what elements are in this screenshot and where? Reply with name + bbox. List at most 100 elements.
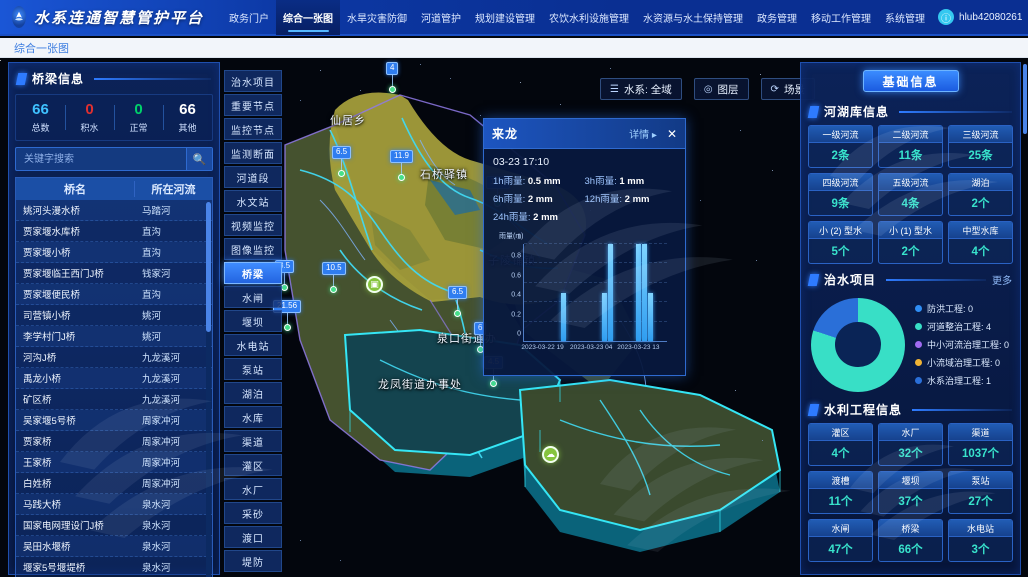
river-card-二级河流[interactable]: 二级河流11条 [878, 125, 943, 168]
river-card-湖泊[interactable]: 湖泊2个 [948, 173, 1013, 216]
layer-item-视频监控[interactable]: 视频监控 [224, 214, 282, 236]
eng-card-灌区[interactable]: 灌区4个 [808, 423, 873, 466]
layer-item-堤防[interactable]: 堤防 [224, 550, 282, 572]
nav-item-河道管护[interactable]: 河道管护 [414, 0, 468, 35]
eng-card-水电站[interactable]: 水电站3个 [948, 519, 1013, 562]
starfield [0, 60, 1, 61]
section-chip-icon [808, 274, 820, 286]
layer-item-水厂[interactable]: 水厂 [224, 478, 282, 500]
table-row[interactable]: 吴田水堰桥泉水河 [16, 536, 212, 557]
layer-item-图像监控[interactable]: 图像监控 [224, 238, 282, 260]
more-link[interactable]: 更多 [992, 272, 1012, 287]
river-card-小 (1) 型水[interactable]: 小 (1) 型水2个 [878, 221, 943, 264]
layer-item-监测断面[interactable]: 监测断面 [224, 142, 282, 164]
table-row[interactable]: 贾家桥周家冲河 [16, 431, 212, 452]
eng-card-水厂[interactable]: 水厂32个 [878, 423, 943, 466]
table-row[interactable]: 吴家堰5号桥周家冲河 [16, 410, 212, 431]
table-row[interactable]: 王家桥周家冲河 [16, 452, 212, 473]
nav-item-系统管理[interactable]: 系统管理 [878, 0, 932, 35]
section-chip-icon [16, 73, 28, 85]
station-marker[interactable]: 10.5 [322, 262, 346, 293]
right-panel-scroll-thumb[interactable] [1023, 64, 1027, 134]
close-icon[interactable]: ✕ [667, 128, 677, 140]
nav-item-水旱灾害防御[interactable]: 水旱灾害防御 [340, 0, 414, 35]
river-card-三级河流[interactable]: 三级河流25条 [948, 125, 1013, 168]
marker-dot-icon [330, 286, 337, 293]
bridge-name-cell: 姚河头漫水桥 [16, 203, 134, 217]
layer-item-水闸[interactable]: 水闸 [224, 286, 282, 308]
map-control-图层[interactable]: ◎图层 [694, 78, 749, 100]
eng-card-堰坝[interactable]: 堰坝37个 [878, 471, 943, 514]
layer-item-水库[interactable]: 水库 [224, 406, 282, 428]
river-name-cell: 直沟 [134, 287, 212, 301]
marker-stem [480, 335, 481, 346]
nav-item-移动工作管理[interactable]: 移动工作管理 [804, 0, 878, 35]
table-row[interactable]: 司营镇小桥姚河 [16, 305, 212, 326]
layer-item-渡口[interactable]: 渡口 [224, 526, 282, 548]
table-row[interactable]: 白姓桥周家冲河 [16, 473, 212, 494]
table-row[interactable]: 禹龙小桥九龙溪河 [16, 368, 212, 389]
metric-value: 2 mm [625, 194, 650, 205]
table-row[interactable]: 河沟J桥九龙溪河 [16, 347, 212, 368]
map-control-水系: 全域[interactable]: ☰水系: 全域 [600, 78, 682, 100]
table-row[interactable]: 马践大桥泉水河 [16, 494, 212, 515]
table-row[interactable]: 李学村门J桥姚河 [16, 326, 212, 347]
popup-detail-link[interactable]: 详情 ▸ [629, 126, 657, 141]
eng-card-泵站[interactable]: 泵站27个 [948, 471, 1013, 514]
table-row[interactable]: 矿区桥九龙溪河 [16, 389, 212, 410]
nav-item-规划建设管理[interactable]: 规划建设管理 [468, 0, 542, 35]
eng-card-渠道[interactable]: 渠道1037个 [948, 423, 1013, 466]
eng-card-水闸[interactable]: 水闸47个 [808, 519, 873, 562]
camera-marker-icon[interactable]: ▣ [366, 276, 383, 293]
table-scroll-thumb[interactable] [206, 202, 211, 332]
nav-item-政务门户[interactable]: 政务门户 [222, 0, 276, 35]
breadcrumb[interactable]: 综合一张图 [14, 40, 69, 56]
eng-card-渡槽[interactable]: 渡槽11个 [808, 471, 873, 514]
station-marker[interactable]: 4 [386, 62, 398, 93]
nav-item-综合一张图[interactable]: 综合一张图 [276, 0, 340, 35]
layer-item-监控节点[interactable]: 监控节点 [224, 118, 282, 140]
river-card-五级河流[interactable]: 五级河流4条 [878, 173, 943, 216]
layer-item-泵站[interactable]: 泵站 [224, 358, 282, 380]
nav-item-水资源与水土保持管理[interactable]: 水资源与水土保持管理 [636, 0, 750, 35]
layer-item-采砂[interactable]: 采砂 [224, 502, 282, 524]
table-row[interactable]: 国家电网理设门J桥泉水河 [16, 515, 212, 536]
layer-item-河道段[interactable]: 河道段 [224, 166, 282, 188]
nav-item-政务管理[interactable]: 政务管理 [750, 0, 804, 35]
bridge-name-cell: 马践大桥 [16, 497, 134, 511]
card-value: 2个 [879, 239, 942, 263]
user-menu[interactable]: ⓘ hlub42080261 ∨ [938, 9, 1028, 25]
layer-item-重要节点[interactable]: 重要节点 [224, 94, 282, 116]
layer-item-堰坝[interactable]: 堰坝 [224, 310, 282, 332]
layer-item-治水项目[interactable]: 治水项目 [224, 70, 282, 92]
eng-card-桥梁[interactable]: 桥梁66个 [878, 519, 943, 562]
weather-marker-icon[interactable]: ☁ [542, 446, 559, 463]
search-input[interactable] [16, 148, 186, 170]
river-card-一级河流[interactable]: 一级河流2条 [808, 125, 873, 168]
marker-dot-icon [398, 174, 405, 181]
table-row[interactable]: 贾家堰临王西门J桥钱家河 [16, 263, 212, 284]
table-row[interactable]: 贾家堰小桥直沟 [16, 242, 212, 263]
table-row[interactable]: 贾家堰水库桥直沟 [16, 221, 212, 242]
nav-item-农饮水利设施管理[interactable]: 农饮水利设施管理 [542, 0, 636, 35]
station-marker[interactable]: 6.5 [448, 286, 467, 317]
table-scrollbar[interactable] [206, 202, 211, 577]
layer-item-水文站[interactable]: 水文站 [224, 190, 282, 212]
layer-item-灌区[interactable]: 灌区 [224, 454, 282, 476]
bridge-name-cell: 白姓桥 [16, 476, 134, 490]
station-marker[interactable]: 11.9 [390, 150, 413, 181]
basic-info-button[interactable]: 基础信息 [863, 70, 959, 92]
table-row[interactable]: 堰家5号堰堤桥泉水河 [16, 557, 212, 577]
layer-item-桥梁[interactable]: 桥梁 [224, 262, 282, 284]
search-icon[interactable]: 🔍 [186, 148, 212, 170]
river-card-四级河流[interactable]: 四级河流9条 [808, 173, 873, 216]
layer-item-渠道[interactable]: 渠道 [224, 430, 282, 452]
station-marker[interactable]: 6.5 [332, 146, 351, 177]
table-row[interactable]: 贾家堰便民桥直沟 [16, 284, 212, 305]
layer-item-湖泊[interactable]: 湖泊 [224, 382, 282, 404]
river-card-中型水库[interactable]: 中型水库4个 [948, 221, 1013, 264]
river-card-小 (2) 型水[interactable]: 小 (2) 型水5个 [808, 221, 873, 264]
table-row[interactable]: 姚河头漫水桥马踏河 [16, 200, 212, 221]
marker-dot-icon [338, 170, 345, 177]
layer-item-水电站[interactable]: 水电站 [224, 334, 282, 356]
